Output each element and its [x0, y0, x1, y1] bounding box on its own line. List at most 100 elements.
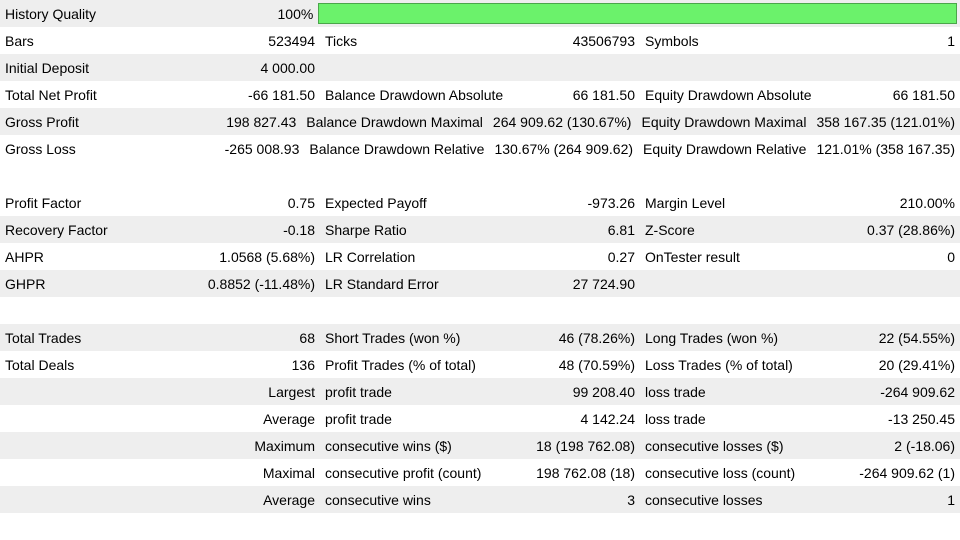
row-total-trades: Total Trades68 Short Trades (won %)46 (7…	[0, 324, 960, 351]
sharpe-ratio-label: Sharpe Ratio	[320, 216, 540, 243]
z-score-label: Z-Score	[640, 216, 860, 243]
row-spacer-2	[0, 297, 960, 324]
avg-loss-trade-label: loss trade	[640, 405, 860, 432]
balance-dd-abs-value: 66 181.50	[540, 81, 640, 108]
avg-profit-trade-value: 4 142.24	[540, 405, 640, 432]
ahpr-value: 1.0568 (5.68%)	[214, 243, 320, 270]
ghpr-value: 0.8852 (-11.48%)	[203, 270, 320, 297]
balance-dd-rel-value: 130.67% (264 909.62)	[489, 135, 638, 162]
history-quality-bar	[318, 3, 957, 24]
row-ahpr: AHPR1.0568 (5.68%) LR Correlation0.27 On…	[0, 243, 960, 270]
equity-dd-max-label: Equity Drawdown Maximal	[636, 108, 811, 135]
initial-deposit-value: 4 000.00	[220, 54, 320, 81]
ontester-result-value: 0	[860, 243, 960, 270]
row-average-trade: Average profit trade4 142.24 loss trade-…	[0, 405, 960, 432]
total-trades-value: 68	[220, 324, 320, 351]
row-bars: Bars523494 Ticks43506793 Symbols1	[0, 27, 960, 54]
row-maximum: Maximum consecutive wins ($)18 (198 762.…	[0, 432, 960, 459]
max-cons-losses-value: 2 (-18.06)	[860, 432, 960, 459]
bars-label: Bars	[0, 27, 220, 54]
total-deals-value: 136	[220, 351, 320, 378]
ghpr-label: GHPR	[0, 270, 203, 297]
maximal-cons-profit-value: 198 762.08 (18)	[531, 459, 640, 486]
row-profit-factor: Profit Factor0.75 Expected Payoff-973.26…	[0, 189, 960, 216]
expected-payoff-value: -973.26	[540, 189, 640, 216]
maximal-cons-loss-value: -264 909.62 (1)	[854, 459, 960, 486]
recovery-factor-value: -0.18	[220, 216, 320, 243]
z-score-value: 0.37 (28.86%)	[860, 216, 960, 243]
history-quality-label: History Quality	[0, 0, 238, 27]
row-total-deals: Total Deals136 Profit Trades (% of total…	[0, 351, 960, 378]
short-trades-label: Short Trades (won %)	[320, 324, 540, 351]
profit-factor-value: 0.75	[220, 189, 320, 216]
largest-profit-trade-value: 99 208.40	[540, 378, 640, 405]
row-gross-loss: Gross Loss-265 008.93 Balance Drawdown R…	[0, 135, 960, 162]
loss-trades-pct-label: Loss Trades (% of total)	[640, 351, 860, 378]
initial-deposit-label: Initial Deposit	[0, 54, 220, 81]
row-gross-profit: Gross Profit198 827.43 Balance Drawdown …	[0, 108, 960, 135]
avg-loss-trade-value: -13 250.45	[860, 405, 960, 432]
max-cons-losses-label: consecutive losses ($)	[640, 432, 860, 459]
maximum-heading: Maximum	[220, 432, 320, 459]
profit-trades-pct-value: 48 (70.59%)	[540, 351, 640, 378]
max-cons-wins-label: consecutive wins ($)	[320, 432, 531, 459]
lr-correlation-value: 0.27	[540, 243, 640, 270]
gross-profit-value: 198 827.43	[201, 108, 301, 135]
gross-loss-value: -265 008.93	[204, 135, 304, 162]
lr-std-error-label: LR Standard Error	[320, 270, 540, 297]
equity-dd-rel-label: Equity Drawdown Relative	[638, 135, 811, 162]
margin-level-value: 210.00%	[860, 189, 960, 216]
largest-loss-trade-value: -264 909.62	[860, 378, 960, 405]
row-spacer-1	[0, 162, 960, 189]
row-average-consecutive: Average consecutive wins3 consecutive lo…	[0, 486, 960, 513]
ticks-label: Ticks	[320, 27, 540, 54]
short-trades-value: 46 (78.26%)	[540, 324, 640, 351]
sharpe-ratio-value: 6.81	[540, 216, 640, 243]
row-maximal: Maximal consecutive profit (count)198 76…	[0, 459, 960, 486]
row-net-profit: Total Net Profit-66 181.50 Balance Drawd…	[0, 81, 960, 108]
avg-profit-trade-label: profit trade	[320, 405, 540, 432]
total-trades-label: Total Trades	[0, 324, 220, 351]
avg-cons-wins-label: consecutive wins	[320, 486, 540, 513]
loss-trades-pct-value: 20 (29.41%)	[860, 351, 960, 378]
max-cons-wins-value: 18 (198 762.08)	[531, 432, 640, 459]
maximal-cons-loss-label: consecutive loss (count)	[640, 459, 854, 486]
recovery-factor-label: Recovery Factor	[0, 216, 220, 243]
history-quality-value: 100%	[238, 0, 318, 27]
row-history-quality: History Quality 100%	[0, 0, 960, 27]
row-ghpr: GHPR0.8852 (-11.48%) LR Standard Error27…	[0, 270, 960, 297]
average-cons-heading: Average	[220, 486, 320, 513]
lr-std-error-value: 27 724.90	[540, 270, 640, 297]
largest-heading: Largest	[220, 378, 320, 405]
balance-dd-rel-label: Balance Drawdown Relative	[304, 135, 489, 162]
maximal-heading: Maximal	[220, 459, 320, 486]
total-net-profit-value: -66 181.50	[220, 81, 320, 108]
balance-dd-abs-label: Balance Drawdown Absolute	[320, 81, 540, 108]
ahpr-label: AHPR	[0, 243, 214, 270]
gross-loss-label: Gross Loss	[0, 135, 204, 162]
margin-level-label: Margin Level	[640, 189, 860, 216]
ontester-result-label: OnTester result	[640, 243, 860, 270]
largest-loss-trade-label: loss trade	[640, 378, 860, 405]
symbols-value: 1	[860, 27, 960, 54]
balance-dd-max-label: Balance Drawdown Maximal	[301, 108, 488, 135]
long-trades-value: 22 (54.55%)	[860, 324, 960, 351]
maximal-cons-profit-label: consecutive profit (count)	[320, 459, 531, 486]
total-deals-label: Total Deals	[0, 351, 220, 378]
avg-cons-losses-value: 1	[860, 486, 960, 513]
row-initial-deposit: Initial Deposit4 000.00	[0, 54, 960, 81]
total-net-profit-label: Total Net Profit	[0, 81, 220, 108]
equity-dd-abs-label: Equity Drawdown Absolute	[640, 81, 860, 108]
average-heading: Average	[220, 405, 320, 432]
row-largest: Largest profit trade99 208.40 loss trade…	[0, 378, 960, 405]
profit-factor-label: Profit Factor	[0, 189, 220, 216]
bars-value: 523494	[220, 27, 320, 54]
gross-profit-label: Gross Profit	[0, 108, 201, 135]
profit-trades-pct-label: Profit Trades (% of total)	[320, 351, 540, 378]
symbols-label: Symbols	[640, 27, 860, 54]
equity-dd-max-value: 358 167.35 (121.01%)	[811, 108, 960, 135]
long-trades-label: Long Trades (won %)	[640, 324, 860, 351]
row-recovery-factor: Recovery Factor-0.18 Sharpe Ratio6.81 Z-…	[0, 216, 960, 243]
equity-dd-abs-value: 66 181.50	[860, 81, 960, 108]
avg-cons-losses-label: consecutive losses	[640, 486, 860, 513]
